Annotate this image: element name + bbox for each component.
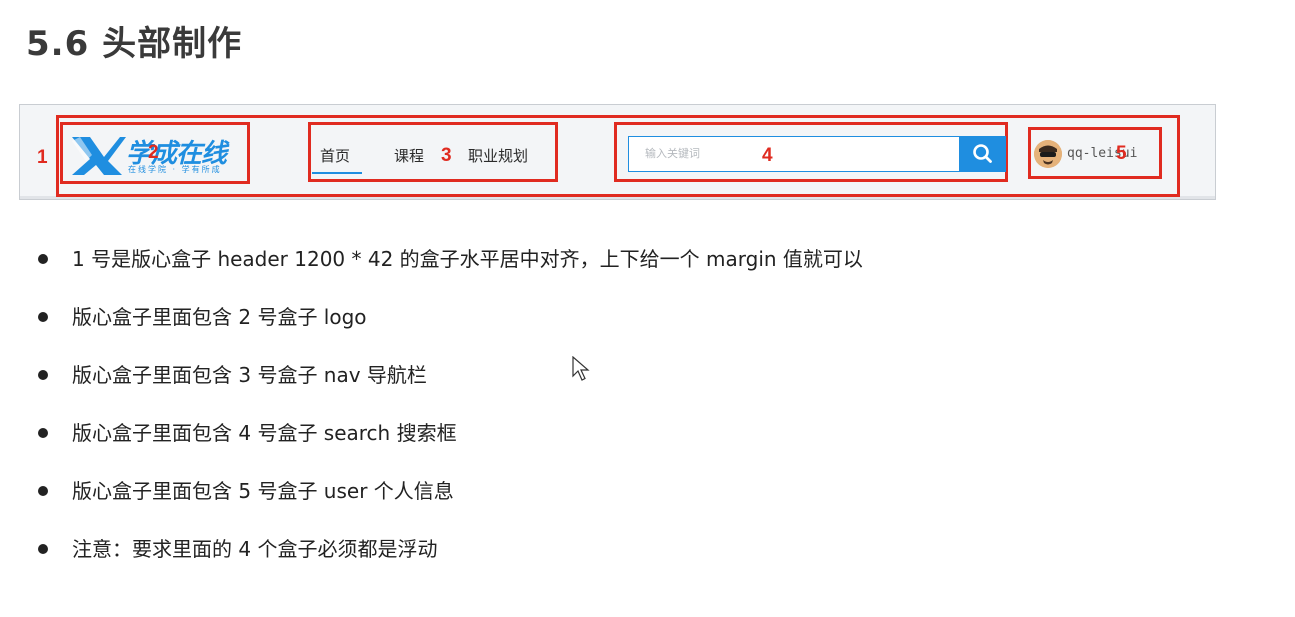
mouse-cursor-icon: [572, 356, 590, 381]
search-icon: [973, 144, 992, 163]
marker-1: 1: [37, 147, 48, 168]
nav-item-home[interactable]: 首页: [320, 145, 350, 166]
avatar[interactable]: [1034, 140, 1062, 168]
list-item: 注意：要求里面的 4 个盒子必须都是浮动: [38, 534, 863, 592]
logo-slogan: 在线学院 · 学有所成: [128, 165, 222, 174]
marker-4: 4: [762, 145, 773, 166]
nav-item-career-plan[interactable]: 职业规划: [468, 145, 528, 166]
search-button[interactable]: [960, 136, 1006, 172]
nav-item-courses[interactable]: 课程: [394, 145, 424, 166]
logo[interactable]: 学成在线 在线学院 · 学有所成: [70, 131, 248, 177]
list-item: 版心盒子里面包含 5 号盒子 user 个人信息: [38, 476, 863, 534]
list-item: 版心盒子里面包含 4 号盒子 search 搜索框: [38, 418, 863, 476]
marker-3: 3: [441, 145, 452, 166]
search-input[interactable]: 输入关键词: [628, 136, 960, 172]
logo-mark-icon: [72, 137, 126, 175]
list-item: 版心盒子里面包含 3 号盒子 nav 导航栏: [38, 360, 863, 418]
marker-5: 5: [1116, 143, 1127, 164]
slide-title: 5.6 头部制作: [26, 24, 243, 64]
list-item: 1 号是版心盒子 header 1200 * 42 的盒子水平居中对齐，上下给一…: [38, 244, 863, 302]
list-item: 版心盒子里面包含 2 号盒子 logo: [38, 302, 863, 360]
header-screenshot: 学成在线 在线学院 · 学有所成 首页 课程 职业规划 输入关键词 qq-lei…: [19, 104, 1216, 200]
user-name-prefix: qq-lei: [1067, 146, 1114, 161]
marker-2: 2: [148, 142, 159, 163]
nav-active-indicator: [312, 172, 362, 174]
avatar-face-icon: [1034, 140, 1062, 168]
requirements-list: 1 号是版心盒子 header 1200 * 42 的盒子水平居中对齐，上下给一…: [38, 244, 863, 592]
